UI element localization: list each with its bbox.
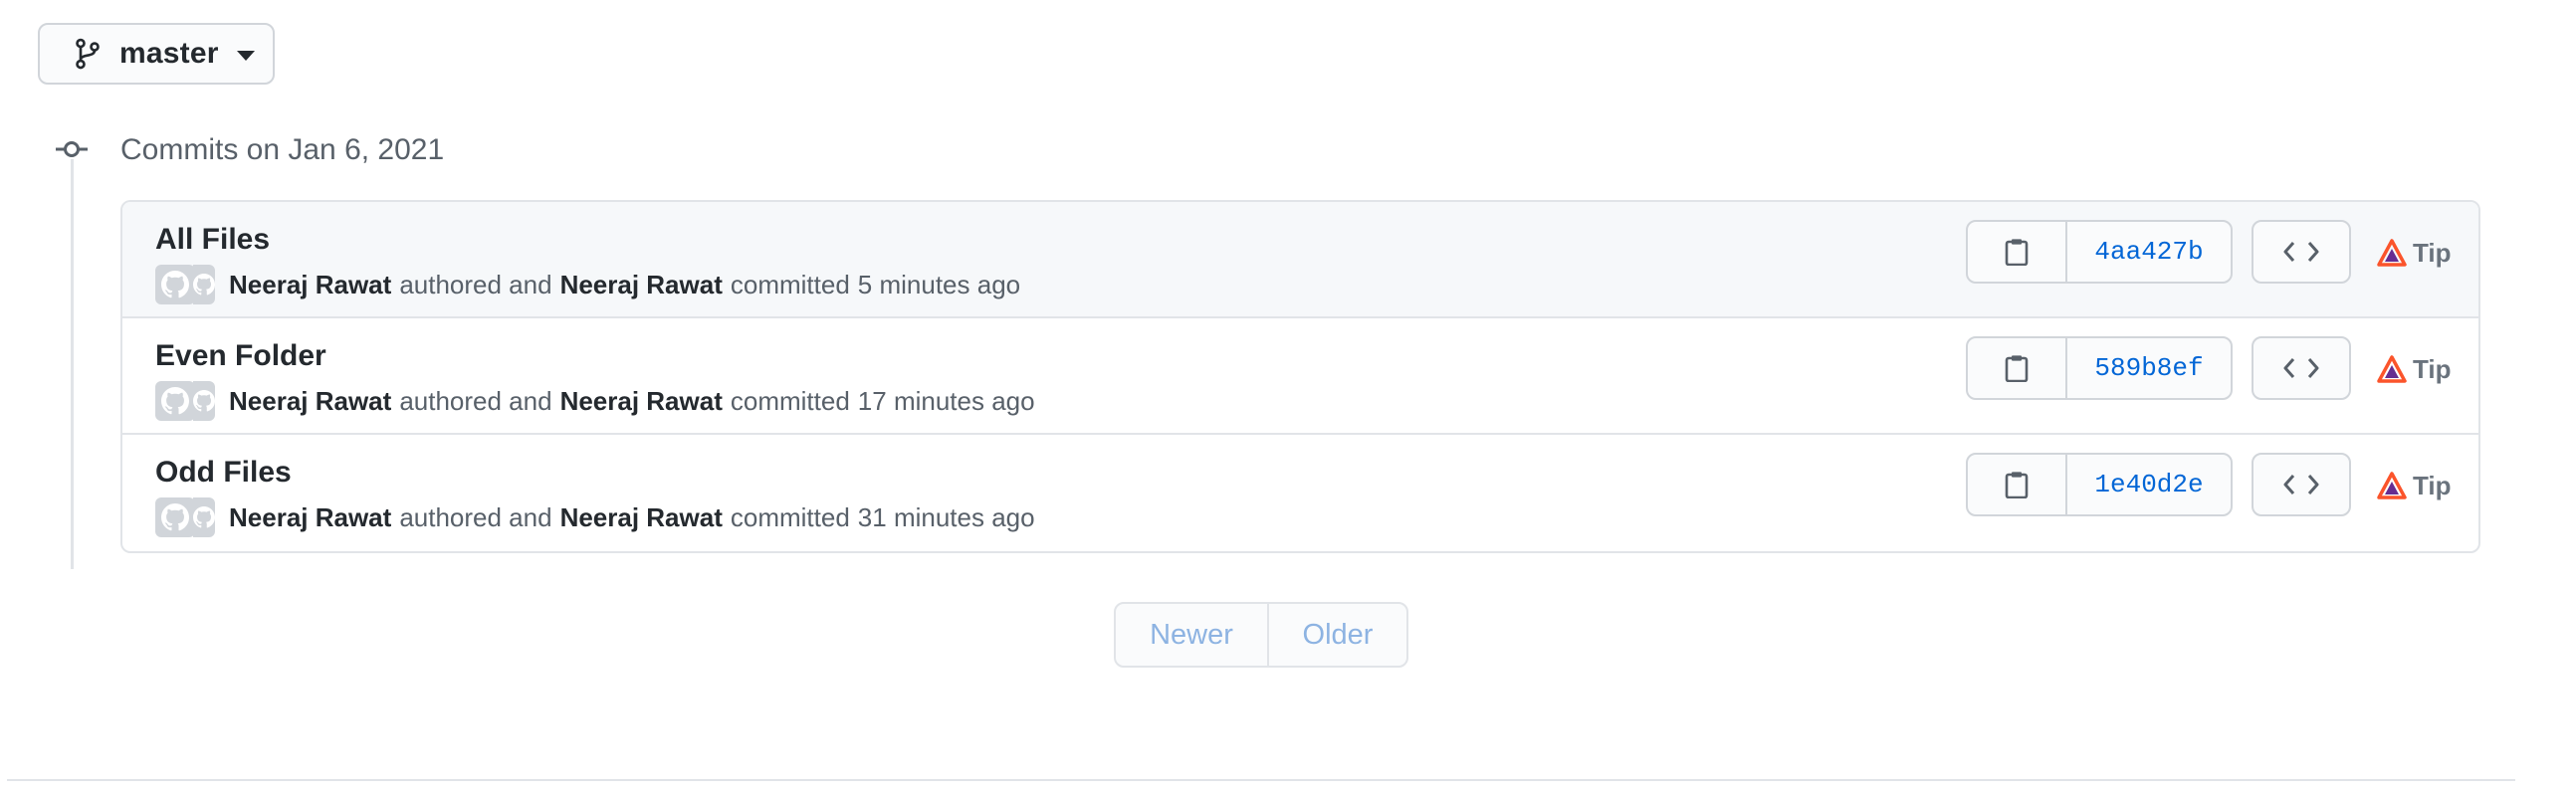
avatar-stack — [155, 381, 215, 421]
clipboard-icon — [2005, 355, 2029, 382]
commit-meta: Neeraj Rawat authored and Neeraj Rawat c… — [155, 380, 1035, 422]
branch-name: master — [119, 37, 219, 70]
author-link[interactable]: Neeraj Rawat — [229, 502, 391, 533]
commit-title-link[interactable]: Odd Files — [155, 453, 292, 493]
commit-time: 31 minutes ago — [857, 501, 1035, 532]
committer-link[interactable]: Neeraj Rawat — [560, 502, 723, 533]
avatar-stack — [155, 265, 215, 304]
sha-button-group: 1e40d2e — [1966, 453, 2233, 516]
author-avatar[interactable] — [155, 265, 195, 304]
authored-text: authored and — [399, 385, 552, 416]
commits-page: master Commits on Jan 6, 2021 All Files — [0, 0, 2576, 790]
sha-button-group: 4aa427b — [1966, 220, 2233, 284]
clipboard-icon — [2005, 239, 2029, 266]
author-avatar[interactable] — [155, 497, 195, 537]
tip-label: Tip — [2413, 353, 2452, 384]
commit-meta: Neeraj Rawat authored and Neeraj Rawat c… — [155, 264, 1020, 305]
commit-time: 5 minutes ago — [857, 269, 1021, 299]
commit-time: 17 minutes ago — [857, 385, 1035, 416]
commit-list: All Files Neeraj Rawat authored and Neer… — [120, 200, 2480, 553]
committed-text: committed — [730, 385, 850, 416]
code-icon — [2283, 358, 2319, 378]
brave-rewards-icon — [2377, 355, 2407, 383]
commit-row: All Files Neeraj Rawat authored and Neer… — [122, 202, 2478, 318]
timeline-line — [71, 159, 74, 569]
authored-text: authored and — [399, 269, 552, 299]
brave-rewards-icon — [2377, 472, 2407, 499]
committed-text: committed — [730, 501, 850, 532]
copy-sha-button[interactable] — [1968, 455, 2067, 514]
triangle-down-icon — [236, 51, 255, 61]
copy-sha-button[interactable] — [1968, 338, 2067, 398]
author-link[interactable]: Neeraj Rawat — [229, 270, 391, 300]
code-icon — [2283, 475, 2319, 494]
commit-group-title: Commits on Jan 6, 2021 — [120, 133, 445, 166]
brave-tip-button[interactable]: Tip — [2377, 233, 2452, 273]
commit-sha-link[interactable]: 1e40d2e — [2067, 455, 2231, 514]
brave-rewards-icon — [2377, 239, 2407, 267]
pagination: Newer Older — [1114, 602, 1408, 668]
browse-repo-button[interactable] — [2252, 336, 2351, 400]
commit-sha-link[interactable]: 4aa427b — [2067, 222, 2231, 282]
committed-text: committed — [730, 269, 850, 299]
committer-avatar[interactable] — [193, 381, 215, 421]
committer-link[interactable]: Neeraj Rawat — [560, 386, 723, 417]
commit-row: Even Folder Neeraj Rawat authored and Ne… — [122, 318, 2478, 435]
brave-tip-button[interactable]: Tip — [2377, 466, 2452, 505]
git-commit-icon — [54, 136, 90, 162]
commit-row: Odd Files Neeraj Rawat authored and Neer… — [122, 435, 2478, 551]
committer-link[interactable]: Neeraj Rawat — [560, 270, 723, 300]
tip-label: Tip — [2413, 470, 2452, 500]
code-icon — [2283, 242, 2319, 262]
copy-sha-button[interactable] — [1968, 222, 2067, 282]
git-branch-icon — [74, 38, 102, 70]
commit-meta: Neeraj Rawat authored and Neeraj Rawat c… — [155, 496, 1035, 538]
sha-button-group: 589b8ef — [1966, 336, 2233, 400]
avatar-stack — [155, 497, 215, 537]
clipboard-icon — [2005, 472, 2029, 498]
browse-repo-button[interactable] — [2252, 220, 2351, 284]
authored-text: authored and — [399, 501, 552, 532]
author-link[interactable]: Neeraj Rawat — [229, 386, 391, 417]
commit-sha-link[interactable]: 589b8ef — [2067, 338, 2231, 398]
author-avatar[interactable] — [155, 381, 195, 421]
newer-button[interactable]: Newer — [1116, 604, 1269, 666]
branch-select-button[interactable]: master — [38, 23, 275, 85]
footer-divider — [7, 779, 2515, 781]
brave-tip-button[interactable]: Tip — [2377, 349, 2452, 389]
browse-repo-button[interactable] — [2252, 453, 2351, 516]
committer-avatar[interactable] — [193, 265, 215, 304]
commit-title-link[interactable]: All Files — [155, 220, 270, 260]
older-button[interactable]: Older — [1269, 604, 1406, 666]
committer-avatar[interactable] — [193, 497, 215, 537]
tip-label: Tip — [2413, 237, 2452, 268]
commit-title-link[interactable]: Even Folder — [155, 336, 326, 376]
